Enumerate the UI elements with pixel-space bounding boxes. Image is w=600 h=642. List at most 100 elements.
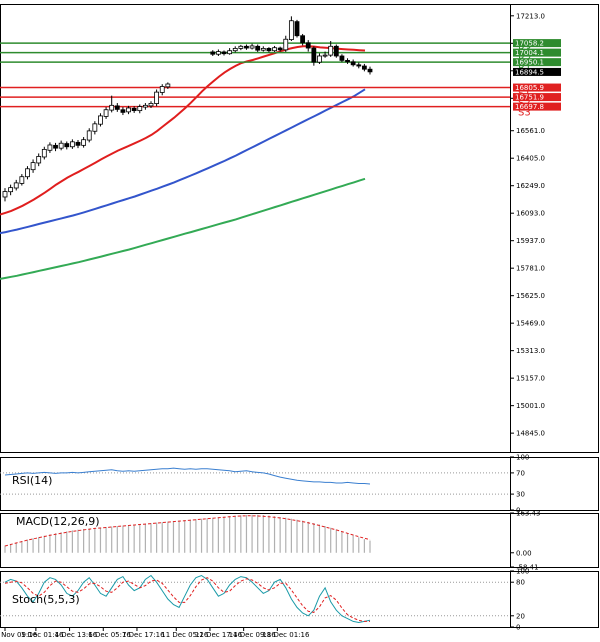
candle: [356, 62, 362, 69]
rsi-frame: [0, 457, 599, 511]
candle-body: [154, 91, 160, 104]
candle: [221, 50, 227, 56]
y-tick-label: 15469.0: [516, 320, 545, 328]
candle: [272, 45, 277, 52]
candle-body: [221, 51, 227, 55]
level-value-r1: 16950.1: [515, 59, 544, 67]
candle: [64, 141, 70, 150]
candle: [249, 43, 255, 50]
candle: [86, 128, 92, 143]
y-tick-label: 15001.0: [516, 402, 545, 410]
candle-body: [283, 38, 289, 51]
macd-tick-label: 163.43: [516, 510, 541, 518]
candle-body: [339, 55, 345, 61]
candle-body: [165, 83, 171, 88]
candle-body: [300, 35, 306, 44]
y-tick-label: 17213.0: [516, 12, 545, 20]
candle: [98, 113, 103, 127]
x-axis: 30 Nov 09:161 Dec 01:164 Dec 13:166 Dec …: [0, 627, 310, 639]
candle: [260, 46, 266, 52]
candle-body: [81, 139, 87, 146]
candle-body: [322, 54, 328, 57]
candle: [317, 53, 322, 64]
level-value-s1: 16805.9: [515, 84, 544, 92]
candle-body: [350, 61, 356, 66]
candle-body: [109, 104, 115, 111]
candle-body: [131, 107, 137, 112]
candle: [103, 107, 109, 119]
candle-body: [86, 130, 92, 141]
candle: [2, 188, 8, 202]
ma-green-line: [0, 177, 366, 280]
candle-body: [92, 123, 98, 132]
rsi-tick-label: 100: [516, 454, 529, 462]
candle: [238, 44, 244, 51]
y-tick-label: 15157.0: [516, 375, 545, 383]
candle: [283, 35, 289, 52]
candle: [255, 44, 261, 52]
candle: [266, 47, 272, 53]
candle: [92, 121, 98, 135]
candle: [137, 104, 143, 114]
candle: [294, 19, 300, 38]
stoch-tick-label: 20: [516, 612, 525, 620]
ma-red-line: [0, 45, 366, 216]
candle-body: [244, 45, 249, 49]
y-tick-label: 16249.0: [516, 182, 545, 190]
y-tick-label: 15937.0: [516, 237, 545, 245]
candle-body: [25, 168, 30, 178]
candle-body: [249, 45, 255, 49]
candle-body: [277, 47, 283, 51]
candle: [53, 142, 58, 152]
candle: [142, 103, 148, 110]
candle-body: [317, 55, 322, 63]
candle-body: [47, 144, 53, 151]
candle: [345, 58, 350, 64]
candle-body: [260, 48, 266, 51]
candle-body: [41, 148, 47, 158]
candle: [81, 137, 87, 148]
y-tick-label: 16093.0: [516, 210, 545, 218]
stoch-tick-label: 100: [516, 568, 529, 576]
candle: [75, 140, 81, 149]
candle-body: [114, 105, 120, 110]
candle: [58, 140, 64, 151]
rsi-label: RSI(14): [12, 474, 52, 487]
candle-body: [227, 50, 233, 55]
candle: [333, 44, 339, 58]
candle: [41, 146, 47, 160]
stoch-panel: 100 80 20 0: [0, 568, 599, 632]
candle: [210, 50, 216, 56]
stoch-tick-label: 0: [516, 624, 520, 632]
y-tick-label: 15781.0: [516, 265, 545, 273]
candle-body: [328, 45, 334, 56]
candle-body: [288, 20, 294, 41]
candle-body: [333, 45, 339, 57]
rsi-line: [4, 467, 371, 485]
x-tick-label: 18 Dec 01:16: [262, 631, 310, 639]
candle-body: [75, 141, 81, 146]
last-price-value: 16894.5: [515, 68, 544, 76]
rsi-tick-label: 30: [516, 491, 525, 499]
candle-body: [8, 187, 14, 193]
stoch-frame: [0, 571, 599, 628]
candle: [36, 153, 42, 167]
y-tick-label: 16405.0: [516, 155, 545, 163]
candle-body: [210, 51, 216, 55]
candle: [120, 107, 126, 116]
candle: [13, 179, 19, 191]
candle: [288, 16, 294, 42]
main-frame: [0, 4, 599, 453]
y-tick-label: 15625.0: [516, 292, 545, 300]
candle-body: [272, 47, 277, 52]
candle-body: [120, 109, 126, 113]
candle: [232, 46, 238, 53]
candle: [159, 84, 165, 96]
candle: [350, 59, 356, 67]
candle-body: [53, 144, 58, 149]
candle: [367, 66, 373, 75]
level-value-s3: 16697.8: [515, 103, 544, 111]
candle-body: [238, 45, 244, 49]
candle: [30, 159, 36, 173]
candle-body: [98, 115, 103, 125]
